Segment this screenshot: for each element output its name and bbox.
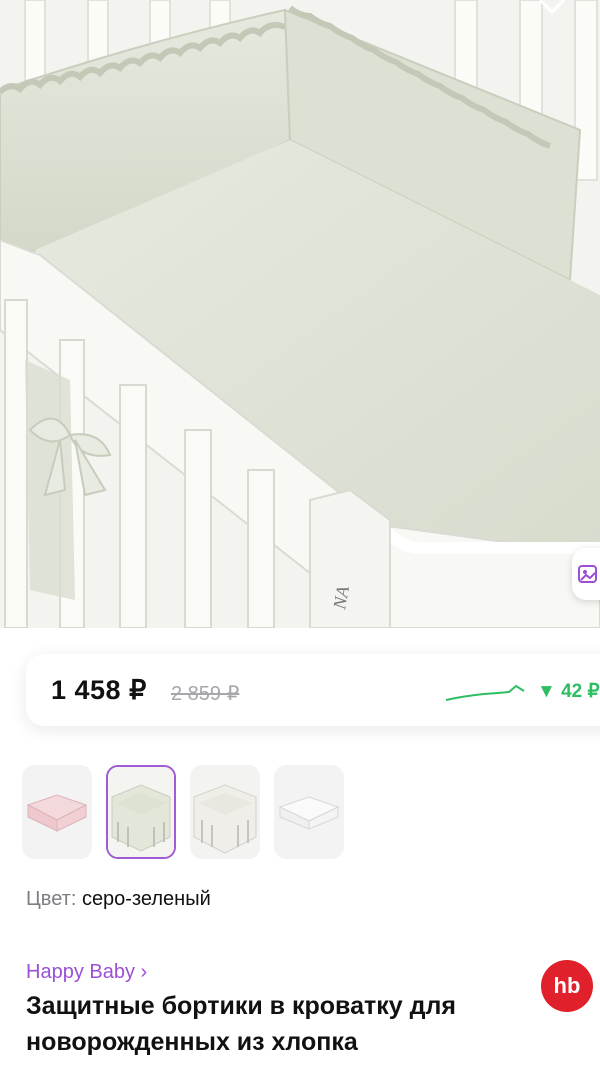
thumbnail-white-bumper[interactable] [274,765,344,859]
pink-bumper-image [26,794,88,832]
color-info: Цвет: серо-зеленый [26,888,211,911]
crib-bumper-photo: NA [0,0,600,628]
color-value: серо-зеленый [81,888,211,910]
product-title: Защитные бортики в кроватку для новорожд… [26,992,456,1056]
gallery-icon [578,565,597,583]
trend-sparkline-icon [445,684,525,701]
price-drop: ▼ 42 ₽ [537,681,600,702]
thumbnail-white-crib[interactable] [190,765,260,859]
brand-link[interactable]: Happy Baby › [26,961,147,984]
gallery-button[interactable] [572,548,600,600]
color-label: Цвет: [26,888,77,910]
brand-logo-text: hb [553,973,581,998]
price-card[interactable]: 1 458 ₽ 2 859 ₽ ▼ 42 ₽ [26,654,600,726]
thumbnail-pink-bumper[interactable] [22,765,92,859]
thumbnail-sage-crib[interactable] [106,765,176,859]
heart-icon [538,0,566,15]
favorite-button[interactable] [530,0,574,22]
product-hero-image[interactable]: NA [0,0,600,628]
sage-crib-image [108,767,174,857]
crib-engraving: NA [329,584,353,612]
white-bumper-image [278,796,340,830]
white-crib-image [190,765,260,859]
current-price: 1 458 ₽ [51,675,147,705]
old-price: 2 859 ₽ [171,683,240,705]
brand-logo-icon[interactable]: hb [541,960,593,1012]
